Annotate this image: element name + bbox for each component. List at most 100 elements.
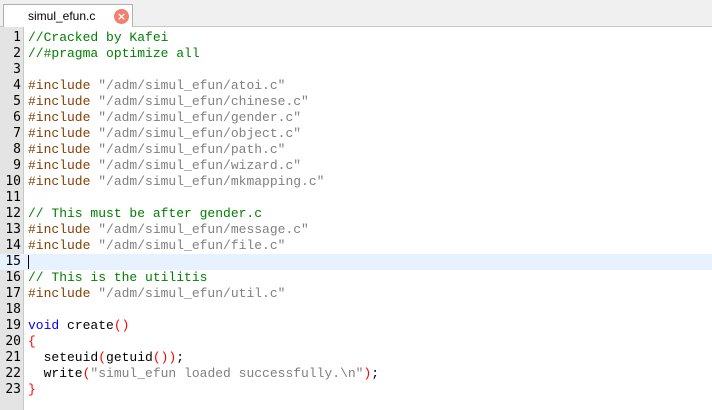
line-number: 16 xyxy=(5,270,21,285)
code-token: #include xyxy=(28,286,99,301)
code-token: #include xyxy=(28,174,99,189)
code-token: #include xyxy=(28,238,99,253)
line-number: 5 xyxy=(13,94,21,109)
code-line[interactable]: 4 #include "/adm/simul_efun/atoi.c" xyxy=(0,78,712,94)
line-number: 6 xyxy=(13,110,21,125)
code-token: void xyxy=(28,318,60,333)
code-line[interactable]: 15 xyxy=(0,254,712,270)
code-token: getuid xyxy=(106,350,153,365)
code-text: #include "/adm/simul_efun/gender.c" xyxy=(28,110,301,126)
line-number: 12 xyxy=(5,206,21,221)
code-token: "/adm/simul_efun/atoi.c" xyxy=(98,78,286,93)
code-text: void create() xyxy=(28,318,129,334)
code-text: #include "/adm/simul_efun/wizard.c" xyxy=(28,158,301,174)
line-number: 15 xyxy=(5,254,21,269)
code-token: "/adm/simul_efun/mkmapping.c" xyxy=(98,174,325,189)
code-text: #include "/adm/simul_efun/object.c" xyxy=(28,126,301,142)
code-line[interactable]: 19 void create() xyxy=(0,318,712,334)
code-line[interactable]: 22 write("simul_efun loaded successfully… xyxy=(0,366,712,382)
code-token: "simul_efun loaded successfully.\n" xyxy=(90,366,364,381)
code-line[interactable]: 14 #include "/adm/simul_efun/file.c" xyxy=(0,238,712,254)
code-line[interactable]: 20 { xyxy=(0,334,712,350)
code-token: } xyxy=(28,382,36,397)
line-number: 10 xyxy=(5,174,21,189)
code-token: #include xyxy=(28,126,99,141)
code-token: "/adm/simul_efun/chinese.c" xyxy=(98,94,309,109)
code-token: ( xyxy=(98,350,107,365)
code-editor[interactable]: 1 //Cracked by Kafei 2 //#pragma optimize a… xyxy=(0,27,712,410)
code-token: seteuid xyxy=(28,350,99,365)
line-number: 22 xyxy=(5,366,21,381)
code-line[interactable]: 5 #include "/adm/simul_efun/chinese.c" xyxy=(0,94,712,110)
code-text: #include "/adm/simul_efun/path.c" xyxy=(28,142,285,158)
code-token: { xyxy=(28,334,36,349)
code-token: ()) xyxy=(152,350,177,365)
code-token: ; xyxy=(371,366,380,381)
code-text: #include "/adm/simul_efun/chinese.c" xyxy=(28,94,309,110)
code-line[interactable]: 13 #include "/adm/simul_efun/message.c" xyxy=(0,222,712,238)
code-token: write xyxy=(28,366,83,381)
code-token: "/adm/simul_efun/message.c" xyxy=(98,222,309,237)
code-text: #include "/adm/simul_efun/util.c" xyxy=(28,286,285,302)
code-line[interactable]: 17 #include "/adm/simul_efun/util.c" xyxy=(0,286,712,302)
code-token: "/adm/simul_efun/wizard.c" xyxy=(98,158,302,173)
code-line[interactable]: 1 //Cracked by Kafei xyxy=(0,30,712,46)
code-token: #include xyxy=(28,222,99,237)
line-number: 17 xyxy=(5,286,21,301)
code-token: "/adm/simul_efun/path.c" xyxy=(98,142,286,157)
code-token: "/adm/simul_efun/gender.c" xyxy=(98,110,302,125)
code-token: // This must be after gender.c xyxy=(28,206,263,221)
code-line[interactable]: 6 #include "/adm/simul_efun/gender.c" xyxy=(0,110,712,126)
line-number: 4 xyxy=(13,78,21,93)
line-number: 14 xyxy=(5,238,21,253)
code-token: ; xyxy=(176,350,185,365)
line-number: 18 xyxy=(5,302,21,317)
code-text: //#pragma optimize all xyxy=(28,46,200,62)
tab-label: simul_efun.c xyxy=(28,9,96,23)
code-line[interactable]: 18 xyxy=(0,302,712,318)
line-number: 2 xyxy=(13,46,21,61)
code-text: write("simul_efun loaded successfully.\n… xyxy=(28,366,380,382)
code-text: } xyxy=(28,382,36,398)
code-line[interactable]: 2 //#pragma optimize all xyxy=(0,46,712,62)
code-line[interactable]: 12 // This must be after gender.c xyxy=(0,206,712,222)
code-token: create xyxy=(59,318,114,333)
code-token: #include xyxy=(28,94,99,109)
code-token: //#pragma optimize all xyxy=(28,46,200,61)
code-line[interactable]: 8 #include "/adm/simul_efun/path.c" xyxy=(0,142,712,158)
tab-bar: simul_efun.c × xyxy=(0,0,712,27)
code-text: seteuid(getuid()); xyxy=(28,350,184,366)
code-line[interactable]: 16 // This is the utilitis xyxy=(0,270,712,286)
line-number: 21 xyxy=(5,350,21,365)
code-text: // This must be after gender.c xyxy=(28,206,262,222)
code-token: #include xyxy=(28,78,99,93)
tab-simul-efun[interactable]: simul_efun.c × xyxy=(3,4,133,27)
code-line[interactable]: 7 #include "/adm/simul_efun/object.c" xyxy=(0,126,712,142)
line-number: 9 xyxy=(13,158,21,173)
text-caret xyxy=(28,255,29,269)
code-token: #include xyxy=(28,158,99,173)
line-number: 3 xyxy=(13,62,21,77)
code-line[interactable]: 3 xyxy=(0,62,712,78)
code-token: "/adm/simul_efun/util.c" xyxy=(98,286,286,301)
code-text: // This is the utilitis xyxy=(28,270,207,286)
line-number: 11 xyxy=(5,190,21,205)
code-token: () xyxy=(113,318,130,333)
code-token: #include xyxy=(28,110,99,125)
code-line[interactable]: 9 #include "/adm/simul_efun/wizard.c" xyxy=(0,158,712,174)
code-line[interactable]: 21 seteuid(getuid()); xyxy=(0,350,712,366)
code-line[interactable]: 10 #include "/adm/simul_efun/mkmapping.c" xyxy=(0,174,712,190)
code-text: #include "/adm/simul_efun/file.c" xyxy=(28,238,285,254)
code-token: #include xyxy=(28,142,99,157)
line-number: 7 xyxy=(13,126,21,141)
code-token: "/adm/simul_efun/file.c" xyxy=(98,238,286,253)
code-text: #include "/adm/simul_efun/mkmapping.c" xyxy=(28,174,324,190)
close-icon[interactable]: × xyxy=(114,9,129,24)
code-text: #include "/adm/simul_efun/atoi.c" xyxy=(28,78,285,94)
code-token: "/adm/simul_efun/object.c" xyxy=(98,126,302,141)
line-number: 1 xyxy=(13,30,21,45)
code-text: #include "/adm/simul_efun/message.c" xyxy=(28,222,309,238)
code-line[interactable]: 23} xyxy=(0,382,712,398)
code-line[interactable]: 11 xyxy=(0,190,712,206)
code-token: //Cracked by Kafei xyxy=(28,30,169,45)
